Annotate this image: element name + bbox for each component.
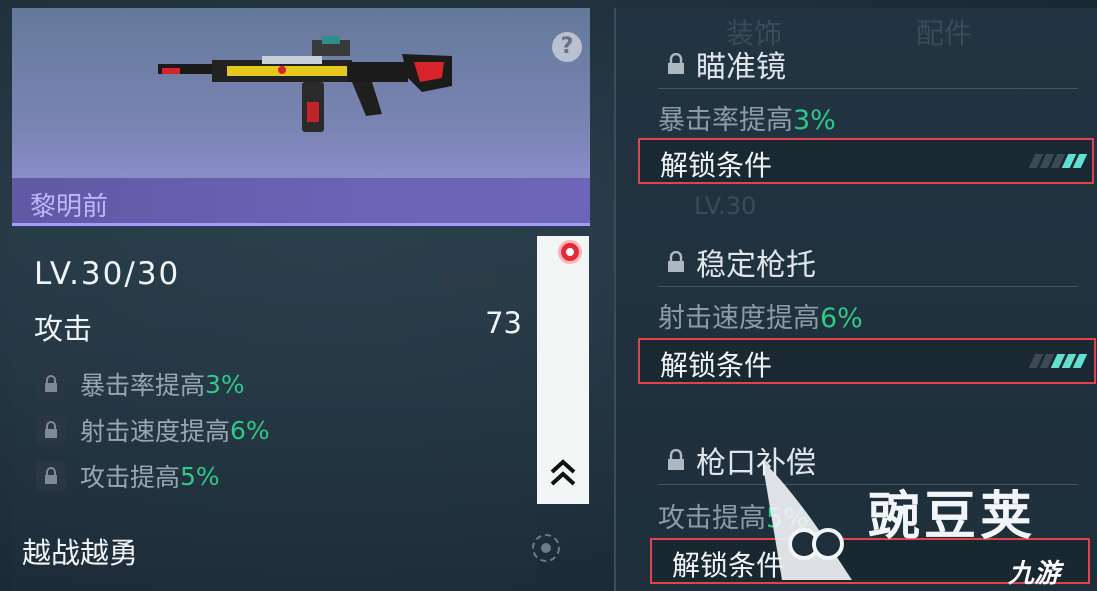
watermark-logo-text: 九游 <box>1008 559 1061 589</box>
perk-value: 5% <box>180 461 220 491</box>
watermark-text: 豌豆荚 <box>868 487 1037 547</box>
target-icon[interactable] <box>530 532 562 564</box>
attachment-title: 稳定枪托 <box>666 240 816 284</box>
rifle-image <box>158 36 452 132</box>
divider <box>658 286 1078 287</box>
chevron-up-icon[interactable] <box>544 456 582 490</box>
lock-icon <box>668 251 684 272</box>
lock-icon <box>668 449 684 470</box>
lock-icon <box>36 461 66 491</box>
perk-firerate: 射击速度提高 6% <box>36 412 270 448</box>
progress-stripes <box>1028 154 1088 168</box>
attachment-title: 瞄准镜 <box>666 42 786 86</box>
perk-text: 射击速度提高 <box>80 417 231 446</box>
perk-value: 3% <box>205 369 245 399</box>
weapon-name-bar: 黎明前 <box>12 178 590 226</box>
help-icon[interactable]: ? <box>552 32 582 62</box>
level-progress-stripes <box>440 272 500 286</box>
lock-icon <box>36 415 66 445</box>
weapon-preview: ? <box>12 8 590 178</box>
divider <box>658 88 1078 89</box>
weapon-trait: 越战越勇 <box>22 536 139 570</box>
progress-stripes <box>1028 354 1088 368</box>
weapon-name: 黎明前 <box>30 192 109 222</box>
weapon-level: LV.30/30 <box>34 256 181 292</box>
perk-text: 攻击提高 <box>80 463 181 492</box>
perk-text: 暴击率提高 <box>80 371 206 400</box>
attachment-desc: 射击速度提高6% <box>658 303 863 334</box>
unlock-conditions-row[interactable]: 解锁条件 <box>638 338 1096 384</box>
lock-icon <box>668 53 684 74</box>
perk-crit: 暴击率提高 3% <box>36 366 245 402</box>
unlock-conditions-row[interactable]: 解锁条件 <box>638 138 1094 184</box>
attachment-desc: 暴击率提高3% <box>658 105 836 136</box>
lock-icon <box>36 369 66 399</box>
unlock-label: 解锁条件 <box>660 149 773 182</box>
weapon-card: ? 黎明前 LV.30/30 攻击 73 暴击率提高 3% 射击速度提高 6% 攻击… <box>12 8 590 591</box>
perk-attack: 攻击提高 5% <box>36 458 220 494</box>
faded-level: LV.30 <box>694 192 757 220</box>
faded-tab: 配件 <box>916 17 973 50</box>
attack-value: 73 <box>485 306 522 340</box>
unlock-label: 解锁条件 <box>660 349 773 382</box>
attack-label: 攻击 <box>34 312 93 346</box>
red-dot-icon <box>558 240 582 264</box>
perk-value: 6% <box>230 415 270 445</box>
